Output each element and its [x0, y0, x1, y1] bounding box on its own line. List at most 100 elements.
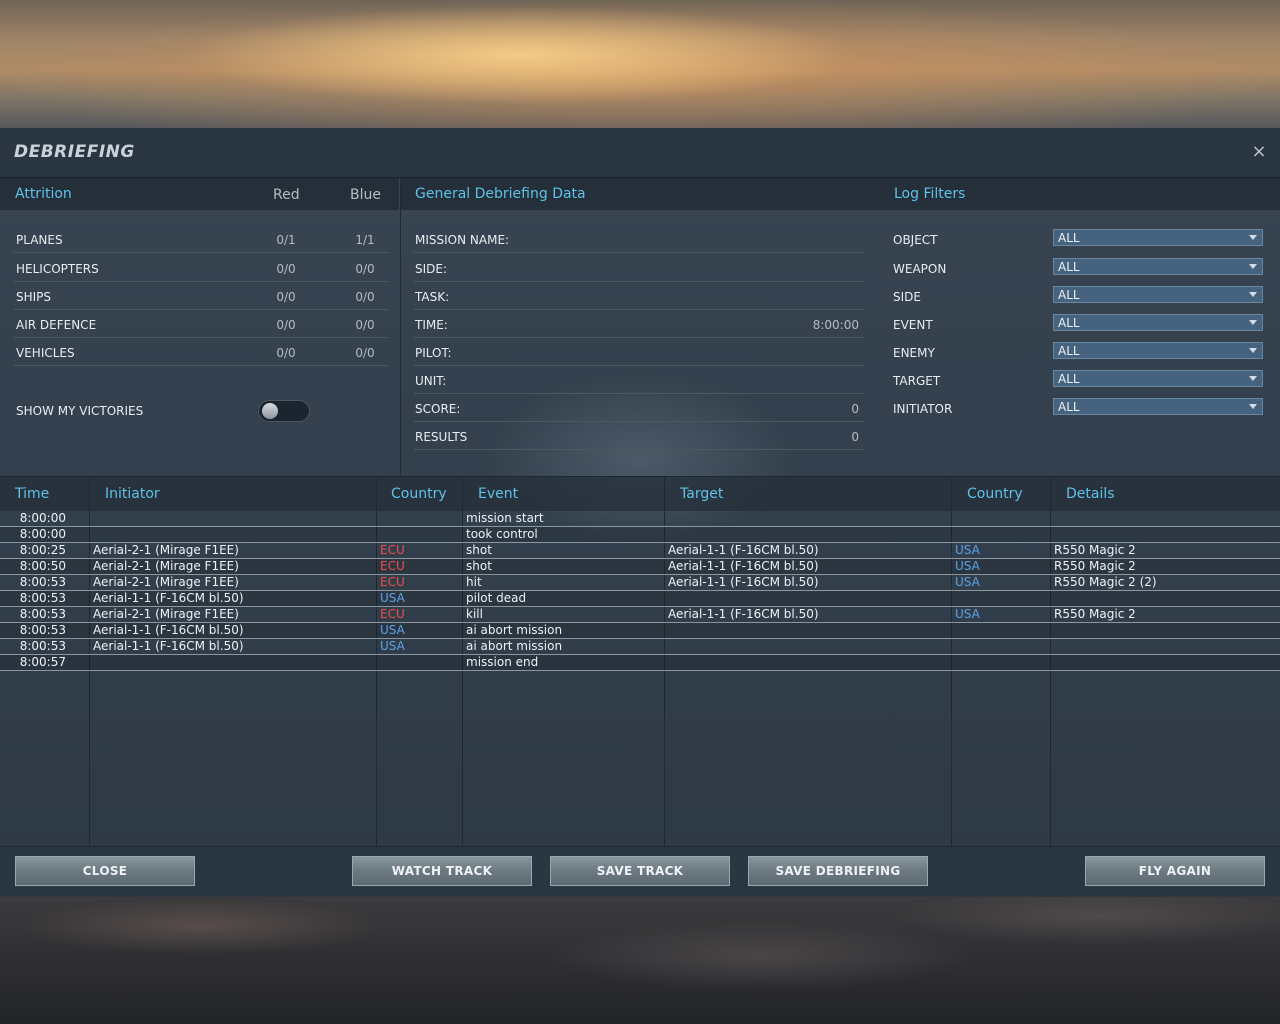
log-country: ECU [380, 607, 405, 621]
log-country: ECU [380, 575, 405, 589]
save-track-button[interactable]: SAVE TRACK [550, 856, 730, 886]
log-initiator: Aerial-2-1 (Mirage F1EE) [93, 575, 239, 589]
select-value: ALL [1058, 344, 1080, 358]
select-value: ALL [1058, 316, 1080, 330]
row-divider [414, 393, 864, 394]
row-divider [414, 449, 864, 450]
window-title: DEBRIEFING [14, 142, 135, 162]
attrition-red-value: 0/0 [276, 262, 296, 276]
log-target: Aerial-1-1 (F-16CM bl.50) [668, 543, 819, 557]
attrition-label: SHIPS [16, 290, 52, 304]
log-row[interactable]: 8:00:53 Aerial-1-1 (F-16CM bl.50) USA ai… [0, 639, 1280, 655]
general-label: UNIT: [415, 374, 447, 388]
log-col-time[interactable]: Time [15, 486, 49, 502]
log-row[interactable]: 8:00:57 mission end [0, 655, 1280, 671]
close-icon[interactable]: × [1250, 143, 1268, 161]
row-divider [14, 337, 388, 338]
general-value: 8:00:00 [812, 318, 859, 332]
show-victories-label: SHOW MY VICTORIES [16, 404, 144, 418]
close-button[interactable]: CLOSE [15, 856, 195, 886]
row-divider [14, 309, 388, 310]
save-debriefing-button[interactable]: SAVE DEBRIEFING [748, 856, 928, 886]
log-row[interactable]: 8:00:00 took control [0, 527, 1280, 543]
log-row[interactable]: 8:00:53 Aerial-2-1 (Mirage F1EE) ECU kil… [0, 607, 1280, 623]
log-row[interactable]: 8:00:53 Aerial-2-1 (Mirage F1EE) ECU hit… [0, 575, 1280, 591]
general-label: TIME: [415, 318, 448, 332]
log-time: 8:00:00 [19, 527, 66, 541]
select-value: ALL [1058, 231, 1080, 245]
log-row[interactable]: 8:00:50 Aerial-2-1 (Mirage F1EE) ECU sho… [0, 559, 1280, 575]
general-label: RESULTS [415, 430, 468, 444]
log-initiator: Aerial-1-1 (F-16CM bl.50) [93, 623, 244, 637]
log-row[interactable]: 8:00:25 Aerial-2-1 (Mirage F1EE) ECU sho… [0, 543, 1280, 559]
log-time: 8:00:53 [19, 607, 66, 621]
filter-initiator-select[interactable]: ALL [1053, 398, 1263, 415]
filter-target-select[interactable]: ALL [1053, 370, 1263, 387]
log-event: took control [466, 527, 538, 541]
log-col-initiator[interactable]: Initiator [105, 486, 160, 502]
filter-object-select[interactable]: ALL [1053, 229, 1263, 246]
log-row[interactable]: 8:00:53 Aerial-1-1 (F-16CM bl.50) USA ai… [0, 623, 1280, 639]
filter-label-enemy: ENEMY [893, 346, 935, 360]
log-country: ECU [380, 543, 405, 557]
log-target: Aerial-1-1 (F-16CM bl.50) [668, 559, 819, 573]
log-event: ai abort mission [466, 623, 563, 637]
general-label: PILOT: [415, 346, 452, 360]
filter-side-select[interactable]: ALL [1053, 286, 1263, 303]
row-divider [414, 281, 864, 282]
filter-label-object: OBJECT [893, 233, 938, 247]
attrition-blue-value: 0/0 [355, 262, 375, 276]
log-country: USA [380, 591, 405, 605]
filter-label-target: TARGET [893, 374, 941, 388]
chevron-down-icon [1249, 320, 1257, 325]
watch-track-button[interactable]: WATCH TRACK [352, 856, 532, 886]
row-divider [14, 252, 388, 253]
show-victories-toggle[interactable] [258, 400, 310, 422]
log-event: shot [466, 559, 492, 573]
log-time: 8:00:53 [19, 623, 66, 637]
general-heading: General Debriefing Data [415, 186, 586, 202]
row-divider [414, 421, 864, 422]
log-time: 8:00:00 [19, 511, 66, 525]
log-initiator: Aerial-2-1 (Mirage F1EE) [93, 543, 239, 557]
log-col-country[interactable]: Country [391, 486, 447, 502]
attrition-col-blue: Blue [350, 187, 381, 203]
filters-heading: Log Filters [894, 186, 966, 202]
log-time: 8:00:53 [19, 639, 66, 653]
log-event: mission end [466, 655, 539, 669]
attrition-red-value: 0/1 [276, 233, 296, 247]
attrition-blue-value: 1/1 [355, 233, 375, 247]
log-details: R550 Magic 2 [1054, 607, 1136, 621]
log-event: hit [466, 575, 482, 589]
log-col-event[interactable]: Event [478, 486, 518, 502]
filter-weapon-select[interactable]: ALL [1053, 258, 1263, 275]
select-value: ALL [1058, 260, 1080, 274]
chevron-down-icon [1249, 235, 1257, 240]
log-col-target-country[interactable]: Country [967, 486, 1023, 502]
filter-enemy-select[interactable]: ALL [1053, 342, 1263, 359]
debriefing-window: DEBRIEFING × Attrition Red Blue General … [0, 128, 1280, 897]
log-row[interactable]: 8:00:53 Aerial-1-1 (F-16CM bl.50) USA pi… [0, 591, 1280, 607]
log-details: R550 Magic 2 (2) [1054, 575, 1157, 589]
chevron-down-icon [1249, 348, 1257, 353]
log-country: USA [380, 639, 405, 653]
log-target: Aerial-1-1 (F-16CM bl.50) [668, 575, 819, 589]
filter-label-weapon: WEAPON [893, 262, 947, 276]
log-event: shot [466, 543, 492, 557]
log-time: 8:00:53 [19, 591, 66, 605]
filter-event-select[interactable]: ALL [1053, 314, 1263, 331]
section-divider [400, 178, 401, 476]
filter-label-side: SIDE [893, 290, 921, 304]
attrition-blue-value: 0/0 [355, 318, 375, 332]
general-label: TASK: [415, 290, 450, 304]
attrition-blue-value: 0/0 [355, 290, 375, 304]
log-event: mission start [466, 511, 544, 525]
log-row[interactable]: 8:00:00 mission start [0, 511, 1280, 527]
log-col-target[interactable]: Target [680, 486, 723, 502]
log-initiator: Aerial-1-1 (F-16CM bl.50) [93, 639, 244, 653]
fly-again-button[interactable]: FLY AGAIN [1085, 856, 1265, 886]
log-initiator: Aerial-2-1 (Mirage F1EE) [93, 607, 239, 621]
log-col-details[interactable]: Details [1066, 486, 1115, 502]
row-divider [414, 365, 864, 366]
log-target-country: USA [955, 543, 980, 557]
